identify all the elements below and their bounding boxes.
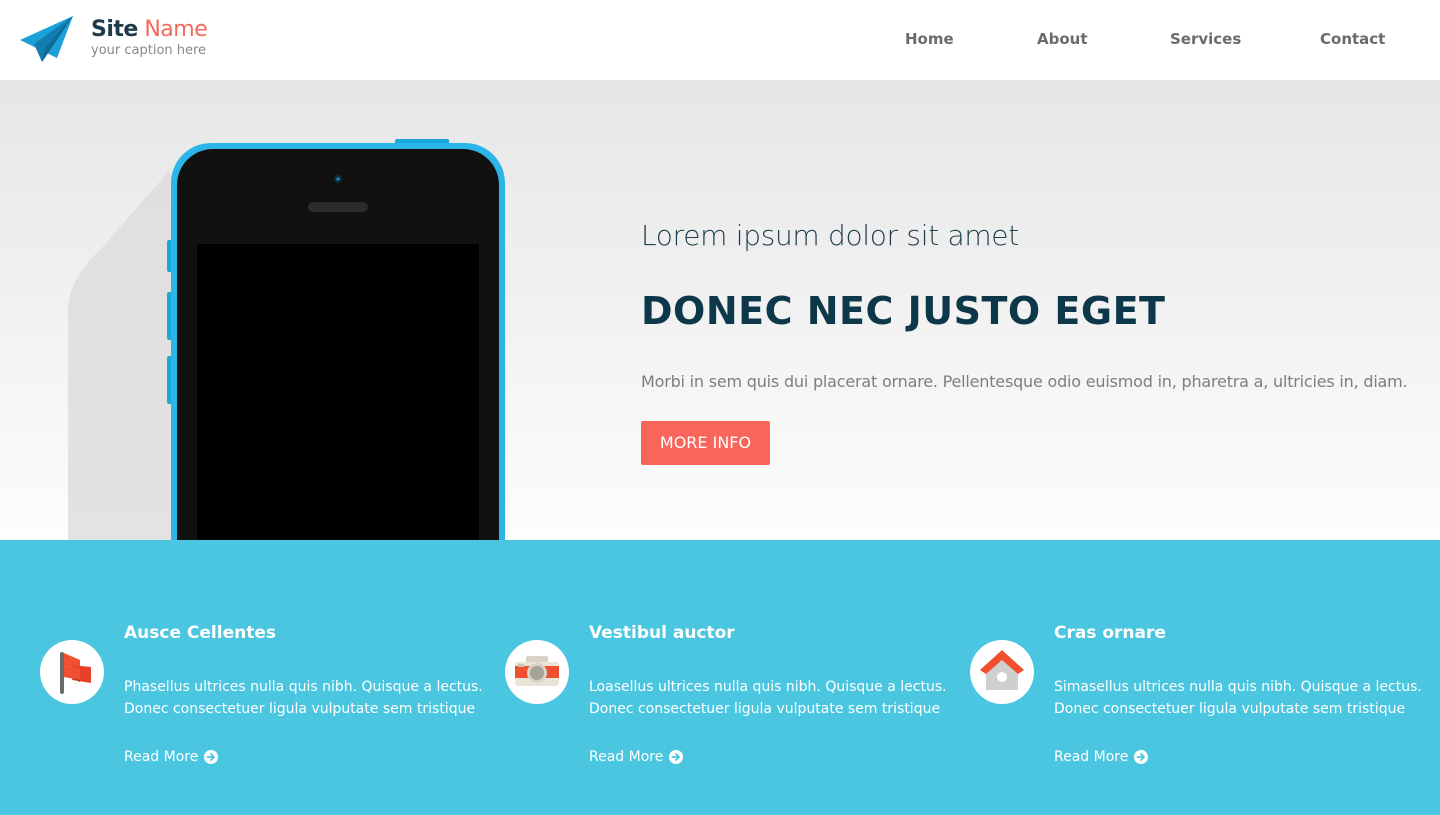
hero-title: DONEC NEC JUSTO EGET (641, 289, 1166, 333)
feature-text: Loasellus ultrices nulla quis nibh. Quis… (589, 676, 947, 720)
feature-text-line: Phasellus ultrices nulla quis nibh. Quis… (124, 679, 483, 695)
read-more-link[interactable]: Read More (589, 749, 684, 765)
nav-services[interactable]: Services (1170, 30, 1241, 48)
read-more-label: Read More (124, 749, 199, 765)
read-more-link[interactable]: Read More (1054, 749, 1149, 765)
feature-text: Simasellus ultrices nulla quis nibh. Qui… (1054, 676, 1422, 720)
feature-text: Phasellus ultrices nulla quis nibh. Quis… (124, 676, 483, 720)
feature-text-line: Donec consectetuer ligula vulputate sem … (124, 701, 476, 717)
camera-icon (515, 656, 559, 686)
feature-text-line: Donec consectetuer ligula vulputate sem … (589, 701, 941, 717)
read-more-label: Read More (1054, 749, 1129, 765)
house-icon (980, 650, 1024, 690)
more-info-button[interactable]: MORE INFO (641, 421, 770, 465)
feature-text-line: Loasellus ultrices nulla quis nibh. Quis… (589, 679, 947, 695)
hero-text: Morbi in sem quis dui placerat ornare. P… (641, 372, 1408, 391)
hero-subtitle: Lorem ipsum dolor sit amet (641, 219, 1019, 252)
feature-title: Vestibul auctor (589, 623, 735, 643)
feature-title: Ausce Cellentes (124, 623, 276, 643)
read-more-link[interactable]: Read More (124, 749, 219, 765)
nav-about[interactable]: About (1037, 30, 1088, 48)
feature-title: Cras ornare (1054, 623, 1166, 643)
read-more-label: Read More (589, 749, 664, 765)
feature-icon-circle (40, 640, 104, 704)
site-header: Site Name your caption here Home About S… (0, 0, 1440, 80)
features-section: Ausce Cellentes Phasellus ultrices nulla… (0, 540, 1440, 815)
arrow-circle-right-icon (1134, 750, 1149, 764)
feature-text-line: Donec consectetuer ligula vulputate sem … (1054, 701, 1406, 717)
nav-home[interactable]: Home (905, 30, 954, 48)
feature-icon-circle (970, 640, 1034, 704)
smartphone-illustration (68, 139, 505, 540)
arrow-circle-right-icon (204, 750, 219, 764)
feature-text-line: Simasellus ultrices nulla quis nibh. Qui… (1054, 679, 1422, 695)
feature-icon-circle (505, 640, 569, 704)
flag-icon (60, 652, 91, 694)
arrow-circle-right-icon (669, 750, 684, 764)
nav-contact[interactable]: Contact (1320, 30, 1385, 48)
main-nav: Home About Services Contact (0, 0, 1440, 80)
hero-section: Lorem ipsum dolor sit amet DONEC NEC JUS… (0, 80, 1440, 540)
